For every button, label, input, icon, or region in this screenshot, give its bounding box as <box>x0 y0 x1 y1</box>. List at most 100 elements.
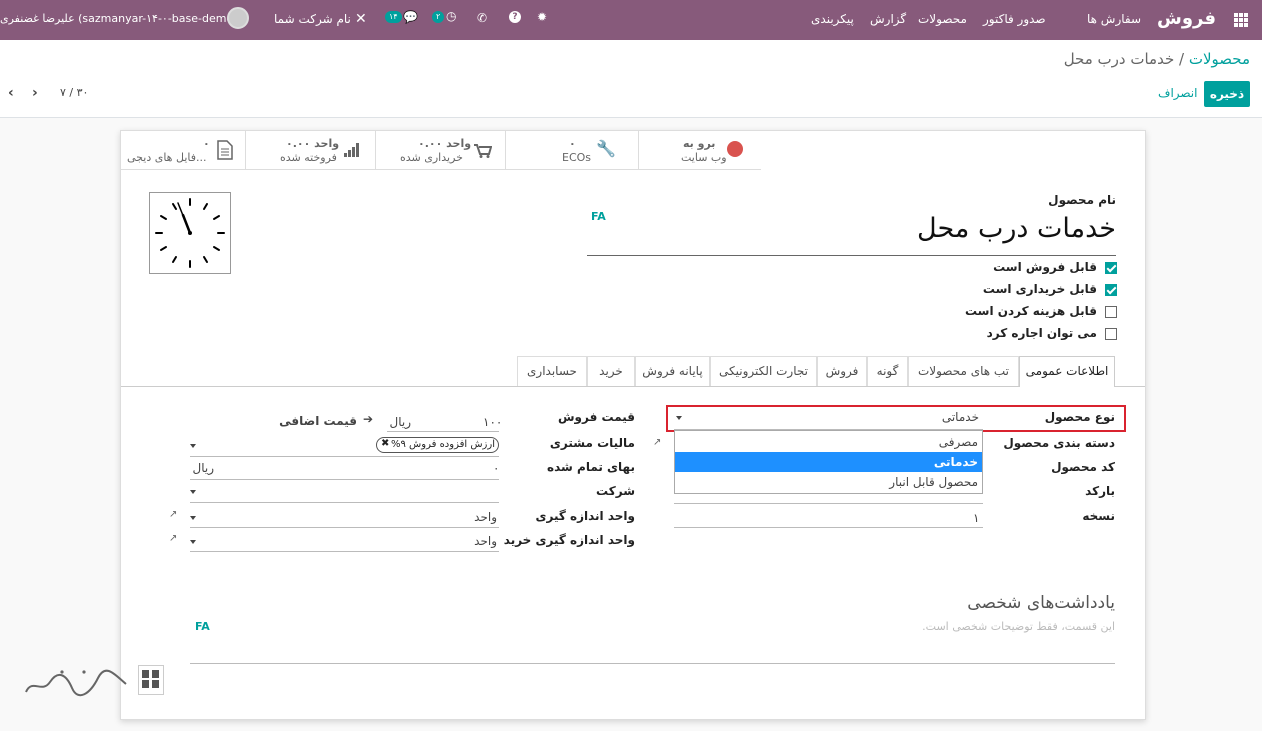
sold-button[interactable]: ۰.۰۰ واحد فروخته شده <box>245 131 375 170</box>
clock-icon: ◷ <box>446 9 457 23</box>
file-icon <box>217 140 233 160</box>
website-button[interactable]: برو به وب سایت <box>638 131 761 170</box>
customer-tax-tag-label: ارزش افزوده فروش ۹% <box>390 439 495 450</box>
cost-currency: ریال <box>192 461 214 475</box>
menu-products[interactable]: محصولات <box>918 12 967 26</box>
discard-button[interactable]: انصراف <box>1158 86 1197 100</box>
tab-pos[interactable]: پایانه فروش <box>635 356 710 386</box>
tab-general-info[interactable]: اطلاعات عمومی <box>1019 356 1115 387</box>
product-category-external-icon[interactable]: ↗ <box>653 437 663 448</box>
watermark-signature-icon <box>22 664 130 700</box>
chat-button[interactable]: ۱۴ 💬 <box>385 8 418 24</box>
purchased-label: خریداری شده <box>400 151 463 164</box>
breadcrumb: محصولات / خدمات درب محل <box>900 50 1250 68</box>
chat-count-badge: ۱۴ <box>385 11 402 23</box>
can-be-expensed-label: قابل هزینه کردن است <box>964 304 1097 318</box>
pager-prev-icon[interactable]: ‹ <box>8 86 20 100</box>
debug-icon[interactable]: ✹ <box>537 10 547 24</box>
product-type-caret-icon[interactable] <box>676 416 682 420</box>
purchase-uom-external-icon[interactable]: ↗ <box>169 533 179 544</box>
website-line1: برو به <box>683 137 716 150</box>
chat-icon: 💬 <box>403 10 418 24</box>
cost-input[interactable]: ۰ <box>493 461 499 475</box>
uom-underline <box>190 527 499 528</box>
tab-sales[interactable]: فروش <box>817 356 867 386</box>
company-caret-icon[interactable] <box>190 490 196 494</box>
menu-invoicing[interactable]: صدور فاکتور <box>983 12 1046 26</box>
form-sheet: برو به وب سایت 🔧 ۰ ECOs ۰.۰۰ واحد خریدار… <box>120 130 1146 720</box>
can-be-expensed-checkbox[interactable] <box>1105 306 1117 318</box>
company-switcher[interactable]: نام شرکت شما <box>274 12 351 26</box>
purchase-uom-select[interactable]: واحد <box>451 534 497 548</box>
can-be-purchased-checkbox[interactable] <box>1105 284 1117 296</box>
menu-reporting[interactable]: گزارش <box>870 12 906 26</box>
uom-label: واحد اندازه گیری <box>535 509 635 523</box>
sold-label: فروخته شده <box>280 151 337 164</box>
customer-tax-underline <box>190 456 499 457</box>
product-name-label: نام محصول <box>1048 193 1116 207</box>
breadcrumb-current: خدمات درب محل <box>1063 50 1175 68</box>
sale-price-currency: ریال <box>389 415 411 429</box>
breadcrumb-separator: / <box>1179 50 1185 68</box>
sold-qty: ۰.۰۰ واحد <box>286 137 340 150</box>
version-input[interactable]: ۱ <box>973 511 979 525</box>
product-type-option-storable[interactable]: محصول قابل انبار <box>675 472 982 492</box>
tab-accounting[interactable]: حسابداری <box>517 356 587 386</box>
tabs-baseline <box>121 386 1145 387</box>
digital-files-label: فایل های دیجی... <box>127 151 207 164</box>
phone-icon[interactable]: ✆ <box>477 11 487 25</box>
product-type-option-consumable[interactable]: مصرفی <box>675 432 982 452</box>
globe-icon <box>727 141 743 157</box>
cost-label: بهای تمام شده <box>547 460 635 474</box>
ecos-button[interactable]: 🔧 ۰ ECOs <box>505 131 638 170</box>
sale-price-label: قیمت فروش <box>557 410 635 424</box>
product-type-select[interactable]: خدماتی <box>721 410 979 424</box>
app-switcher-icon[interactable] <box>1234 13 1248 27</box>
product-image[interactable] <box>149 192 231 274</box>
product-type-option-service[interactable]: خدماتی <box>675 452 982 472</box>
customer-tax-caret-icon[interactable] <box>190 444 196 448</box>
purchase-uom-caret-icon[interactable] <box>190 540 196 544</box>
breadcrumb-parent[interactable]: محصولات <box>1189 50 1250 68</box>
tab-ecommerce[interactable]: تجارت الکترونیکی <box>710 356 817 386</box>
uom-external-icon[interactable]: ↗ <box>169 509 179 520</box>
purchased-qty: ۰.۰۰ واحد <box>418 137 472 150</box>
extra-price-button[interactable]: قیمت اضافی <box>279 414 357 428</box>
activity-button[interactable]: ۲ ◷ <box>432 8 456 23</box>
product-name-input[interactable]: خدمات درب محل <box>587 213 1116 253</box>
notes-textarea[interactable]: این قسمت، فقط توضیحات شخصی است. <box>190 620 1115 664</box>
sale-price-underline <box>387 431 499 432</box>
product-category-label: دسته بندی محصول <box>1003 436 1115 450</box>
can-be-rented-checkbox[interactable] <box>1105 328 1117 340</box>
pager-value[interactable]: ۷ / ۳۰ <box>60 86 88 99</box>
app-name[interactable]: فروش <box>1157 8 1216 29</box>
user-menu[interactable]: علیرضا غضنفری (sazmanyar-۱۴-۰-base-demo) <box>0 11 237 29</box>
uom-caret-icon[interactable] <box>190 516 196 520</box>
digital-files-count: ۰ <box>203 137 210 150</box>
uom-select[interactable]: واحد <box>451 510 497 524</box>
menu-orders[interactable]: سفارش ها <box>1087 12 1141 26</box>
tag-remove-icon[interactable]: ✖ <box>381 438 389 449</box>
can-be-sold-label: قابل فروش است <box>993 260 1097 274</box>
tools-icon[interactable]: ✕ <box>355 11 367 27</box>
help-icon[interactable]: ? <box>509 11 521 23</box>
purchased-button[interactable]: ۰.۰۰ واحد خریداری شده <box>375 131 505 170</box>
can-be-rented-label: می توان اجاره کرد <box>986 326 1097 340</box>
can-be-sold-checkbox[interactable] <box>1105 262 1117 274</box>
tab-product-tabs[interactable]: تب های محصولات <box>908 356 1019 386</box>
version-underline <box>674 527 983 528</box>
product-name-underline <box>587 255 1116 256</box>
barcode-underline <box>674 503 983 504</box>
digital-files-button[interactable]: ۰ فایل های دیجی... <box>121 131 245 170</box>
product-code-label: کد محصول <box>1051 460 1115 474</box>
notes-title: یادداشت‌های شخصی <box>967 593 1115 613</box>
save-button[interactable]: ذخیره <box>1204 81 1250 107</box>
pager-next-icon[interactable]: › <box>32 86 44 100</box>
menu-configuration[interactable]: پیکربندی <box>811 12 854 26</box>
website-line2: وب سایت <box>681 151 727 164</box>
sale-price-input[interactable]: ۱۰۰ <box>483 415 502 429</box>
tab-purchase[interactable]: خرید <box>587 356 635 386</box>
tab-variants[interactable]: گونه <box>867 356 908 386</box>
avatar[interactable] <box>227 7 249 29</box>
ecos-label: ECOs <box>562 151 592 164</box>
